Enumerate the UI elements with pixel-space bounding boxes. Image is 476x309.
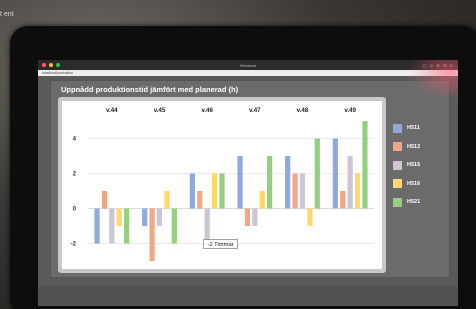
bar-h511-v49 xyxy=(332,138,338,209)
bar-h516-v44 xyxy=(116,208,122,226)
legend-item[interactable]: H512 xyxy=(393,138,449,156)
bar-h515-v49 xyxy=(347,156,353,209)
x-category-label: v.44 xyxy=(106,107,118,114)
screen-glare xyxy=(408,60,458,100)
bar-h515-v46 xyxy=(204,208,210,244)
bar-h516-v48 xyxy=(307,208,313,226)
legend-label: H515 xyxy=(407,162,421,168)
legend-swatch xyxy=(393,197,402,207)
y-tick-label: -2 xyxy=(71,242,77,248)
legend-label: H521 xyxy=(407,199,421,205)
bar-h511-v47 xyxy=(237,156,243,209)
bottom-bar xyxy=(38,286,458,306)
tablet-frame: Windows ▢ ◷ ⚙ ☰ ✕ localhost/produktion U… xyxy=(10,26,476,309)
y-tick-label: 4 xyxy=(73,137,77,143)
address-bar[interactable]: localhost/produktion xyxy=(38,70,458,76)
bar-h515-v48 xyxy=(299,173,306,209)
x-category-label: v.46 xyxy=(201,107,213,114)
chart-container: -2 0 2 4 v.44 v.45 v.46 v.47 v.48 v.49 -2 Timmar xyxy=(58,97,386,273)
bar-h521-v48 xyxy=(314,138,320,209)
bar-h512-v48 xyxy=(292,173,298,209)
bar-h511-v44 xyxy=(94,208,100,244)
dashboard-panel: Uppnådd produktionstid jämfört med plane… xyxy=(50,80,450,278)
legend-label: H511 xyxy=(407,125,420,131)
x-category-label: v.47 xyxy=(249,107,261,114)
bar-h512-v47 xyxy=(244,208,251,226)
bar-h512-v45 xyxy=(149,208,155,261)
bar-h516-v46 xyxy=(211,173,218,209)
legend-swatch xyxy=(393,142,402,151)
legend-item[interactable]: H521 xyxy=(393,193,449,211)
legend-item[interactable]: H515 xyxy=(393,156,449,174)
bar-h511-v45 xyxy=(142,208,148,226)
backdrop-text: t ent xyxy=(0,11,14,18)
x-category-label: v.45 xyxy=(154,107,166,114)
legend-item[interactable]: H516 xyxy=(393,175,449,193)
page-title: Uppnådd produktionstid jämfört med plane… xyxy=(61,85,239,94)
bar-h511-v46 xyxy=(189,173,195,209)
bar-h515-v47 xyxy=(252,208,258,226)
bar-h511-v48 xyxy=(285,156,291,209)
y-tick-label: 0 xyxy=(73,207,77,213)
bar-h516-v47 xyxy=(259,191,265,209)
bar-h516-v45 xyxy=(164,191,170,209)
bar-h512-v49 xyxy=(340,191,346,209)
window-titlebar: Windows ▢ ◷ ⚙ ☰ ✕ xyxy=(38,60,458,70)
url-text: localhost/produktion xyxy=(42,71,74,75)
window-title: Windows xyxy=(239,62,257,68)
bar-h512-v46 xyxy=(197,191,203,209)
legend-label: H512 xyxy=(407,143,421,150)
legend-label: H516 xyxy=(407,180,421,187)
x-category-label: v.49 xyxy=(344,107,356,114)
bar-h521-v47 xyxy=(267,156,273,209)
bar-h515-v45 xyxy=(156,208,163,226)
legend-item[interactable]: H511 xyxy=(393,119,449,137)
legend-swatch xyxy=(393,179,402,188)
bar-h512-v44 xyxy=(101,191,108,209)
bar-h516-v49 xyxy=(354,173,361,209)
bar-chart: -2 0 2 4 v.44 v.45 v.46 v.47 v.48 v.49 -2 Timmar xyxy=(71,107,374,261)
legend-swatch xyxy=(393,160,402,170)
y-tick-label: 2 xyxy=(73,172,77,178)
chart-legend: H511 H512 H515 H516 H521 xyxy=(393,119,449,212)
bar-h521-v45 xyxy=(171,208,177,244)
tablet-screen: Windows ▢ ◷ ⚙ ☰ ✕ localhost/produktion U… xyxy=(38,60,458,306)
bar-h521-v46 xyxy=(219,173,225,209)
tooltip-text: -2 Timmar xyxy=(208,242,234,248)
bar-h521-v44 xyxy=(124,208,130,244)
legend-swatch xyxy=(393,123,402,133)
bar-h521-v49 xyxy=(362,121,368,209)
bar-h515-v44 xyxy=(109,208,115,244)
x-category-label: v.48 xyxy=(297,107,309,114)
